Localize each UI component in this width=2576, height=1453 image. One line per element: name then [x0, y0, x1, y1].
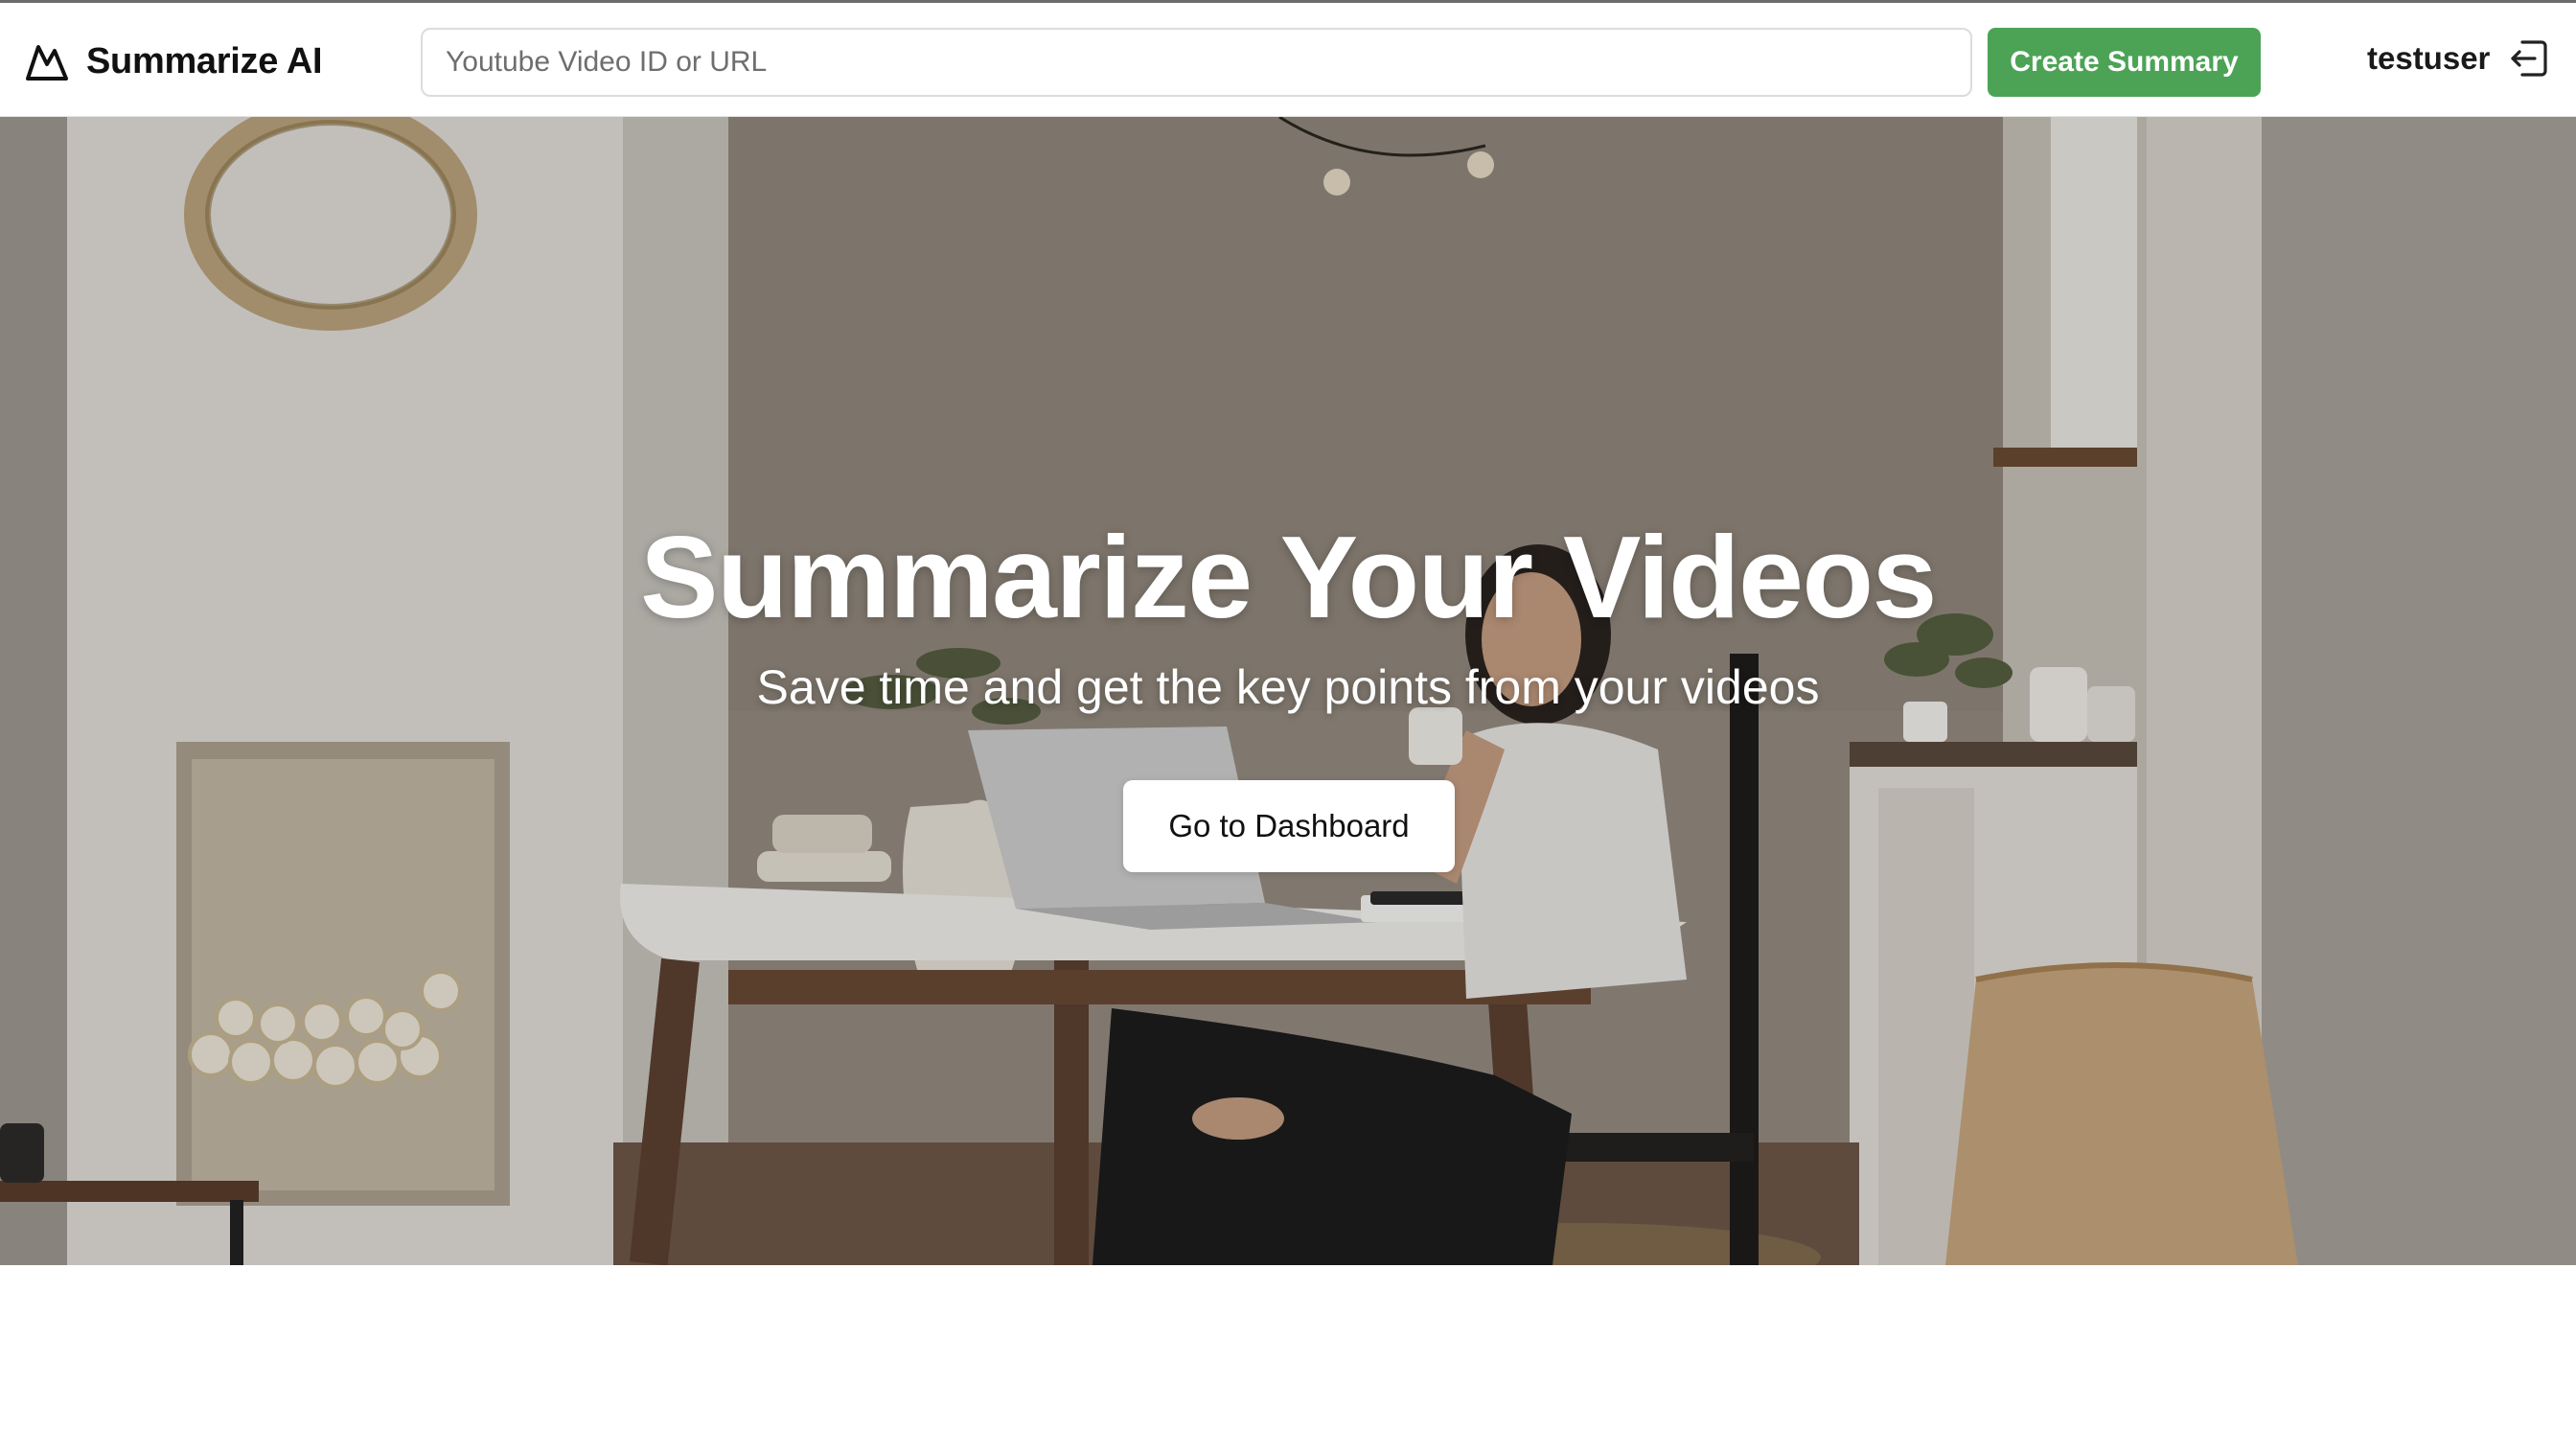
brand-logo[interactable]: Summarize AI: [25, 37, 323, 85]
hero-title: Summarize Your Videos: [640, 512, 1937, 642]
video-url-input[interactable]: [421, 28, 1972, 97]
hero-section: Summarize Your Videos Save time and get …: [0, 117, 2576, 1265]
hero-subtitle: Save time and get the key points from yo…: [756, 660, 1820, 714]
mountain-icon: [26, 45, 68, 81]
username: testuser: [2367, 40, 2491, 76]
go-to-dashboard-button[interactable]: Go to Dashboard: [1123, 780, 1455, 872]
page-footer-space: [0, 1265, 2576, 1453]
top-navbar: Summarize AI Create Summary testuser: [0, 0, 2576, 117]
create-summary-button[interactable]: Create Summary: [1988, 28, 2261, 97]
user-menu: testuser: [2367, 30, 2551, 87]
brand-name: Summarize AI: [86, 40, 323, 81]
logout-icon[interactable]: [2507, 36, 2551, 81]
